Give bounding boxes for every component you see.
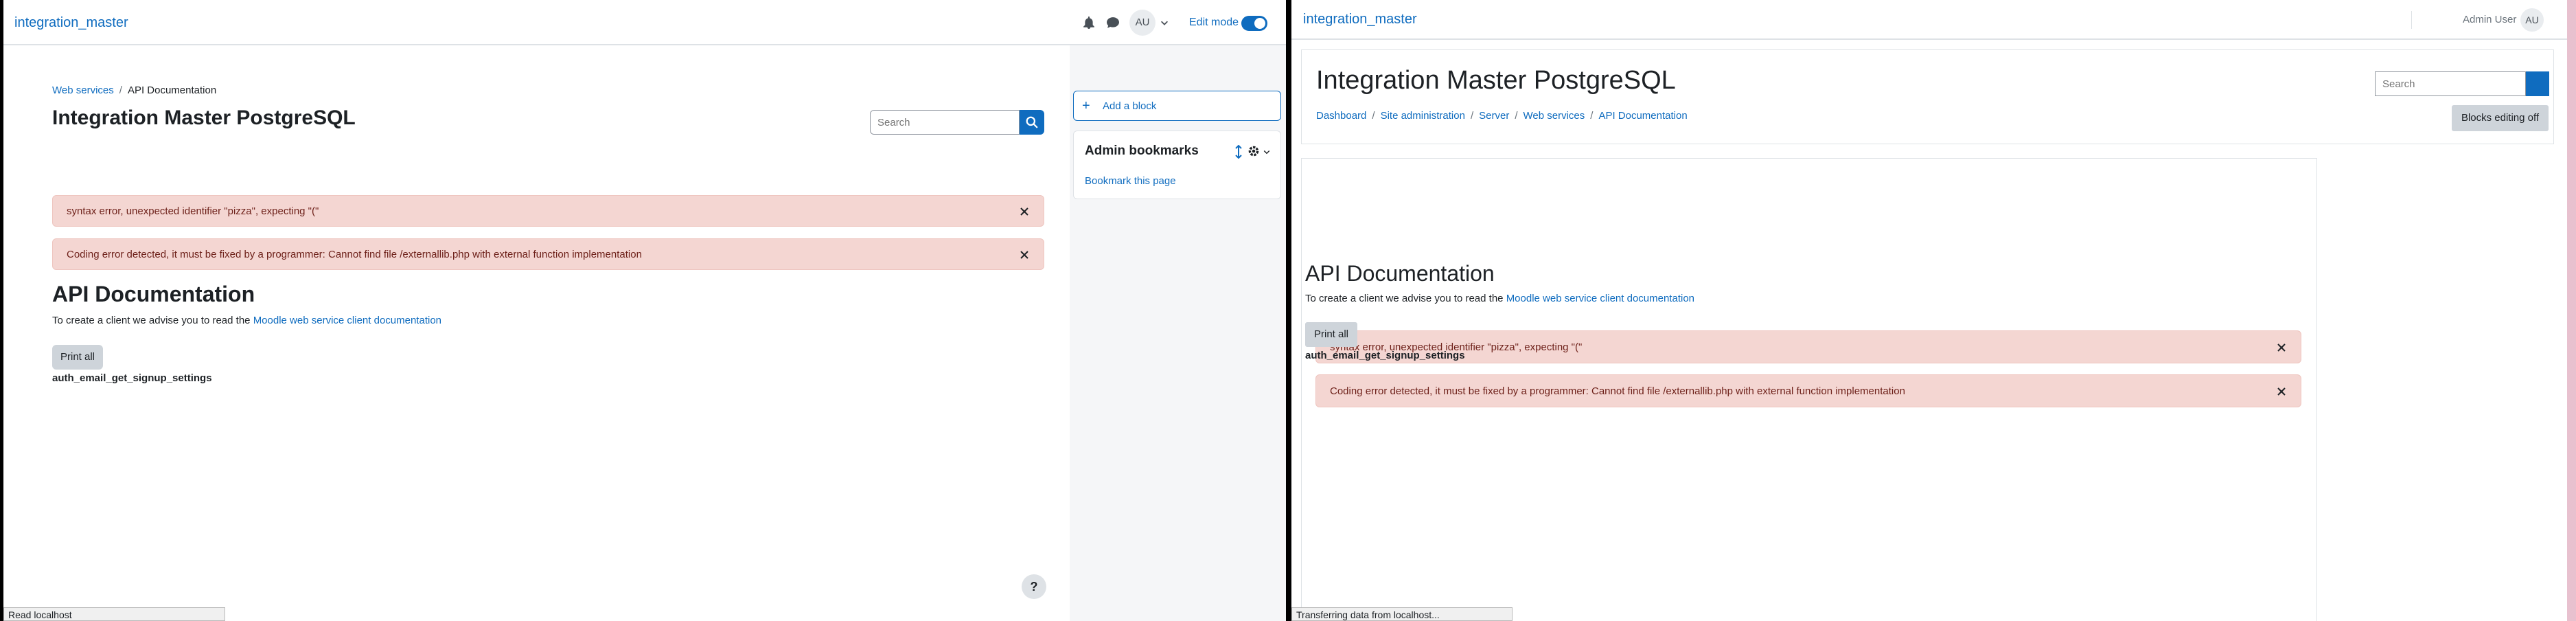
search-icon: [1026, 116, 1038, 128]
edit-mode-toggle[interactable]: [1241, 16, 1267, 31]
site-brand[interactable]: integration_master: [1303, 12, 1417, 27]
right-browser-pane: integration_master Admin User AU Integra…: [1291, 0, 2567, 621]
search-button[interactable]: [2526, 71, 2549, 96]
page-title: Integration Master PostgreSQL: [1316, 66, 1676, 95]
site-brand[interactable]: integration_master: [14, 15, 128, 31]
status-bar: Read localhost: [3, 607, 225, 621]
bell-icon[interactable]: [1083, 16, 1095, 29]
search-button[interactable]: [1020, 110, 1044, 135]
chat-icon[interactable]: [1106, 16, 1120, 29]
left-browser-pane: integration_master AU Edit mode Web serv…: [3, 0, 1286, 621]
bookmark-page-link[interactable]: Bookmark this page: [1085, 175, 1176, 187]
breadcrumb-dashboard[interactable]: Dashboard: [1316, 110, 1366, 122]
search-input[interactable]: [870, 110, 1020, 135]
gear-icon[interactable]: [1247, 145, 1260, 157]
close-icon[interactable]: [1019, 249, 1030, 260]
user-avatar[interactable]: AU: [2520, 8, 2544, 32]
status-bar: Transferring data from localhost...: [1291, 607, 1513, 621]
block-title: Admin bookmarks: [1085, 144, 1199, 158]
print-all-button[interactable]: Print all: [52, 345, 103, 370]
page-header: [1301, 49, 2554, 144]
function-name: auth_email_get_signup_settings: [1305, 350, 1465, 361]
intro-text: To create a client we advise you to read…: [1305, 293, 1504, 304]
alert-text: Coding error detected, it must be fixed …: [67, 249, 642, 260]
section-title: API Documentation: [1305, 261, 1495, 286]
section-title: API Documentation: [52, 282, 255, 306]
search-input[interactable]: [2375, 71, 2526, 96]
chevron-down-icon[interactable]: [1263, 148, 1271, 156]
chevron-down-icon[interactable]: [1160, 18, 1169, 27]
function-name: auth_email_get_signup_settings: [52, 372, 212, 384]
window-edge: [2567, 0, 2576, 621]
intro-paragraph: To create a client we advise you to read…: [52, 315, 441, 326]
alert-text: syntax error, unexpected identifier "piz…: [67, 205, 319, 217]
breadcrumb-current: API Documentation: [127, 84, 217, 96]
intro-paragraph: To create a client we advise you to read…: [1305, 293, 1694, 304]
add-block-button[interactable]: + Add a block: [1073, 91, 1281, 121]
plus-icon: +: [1082, 98, 1090, 113]
client-docs-link[interactable]: Moodle web service client documentation: [1506, 293, 1694, 304]
help-icon[interactable]: ?: [1022, 574, 1046, 599]
error-alert: Coding error detected, it must be fixed …: [52, 238, 1044, 270]
close-icon[interactable]: [1019, 206, 1030, 217]
breadcrumb-server[interactable]: Server: [1479, 110, 1509, 122]
main-content: syntax error, unexpected identifier "piz…: [1301, 158, 2317, 621]
error-alert: Coding error detected, it must be fixed …: [1315, 374, 2301, 407]
top-navbar: integration_master Admin User AU: [1291, 0, 2567, 40]
print-all-button[interactable]: Print all: [1305, 322, 1357, 347]
breadcrumb: Dashboard / Site administration / Server / Web…: [1316, 110, 1688, 122]
error-alert: syntax error, unexpected identifier "piz…: [52, 195, 1044, 227]
intro-text: To create a client we advise you to read…: [52, 315, 251, 326]
blocks-editing-button[interactable]: Blocks editing off: [2452, 105, 2549, 131]
close-icon[interactable]: [2276, 386, 2287, 397]
edit-mode-label: Edit mode: [1189, 16, 1239, 28]
add-block-label: Add a block: [1103, 100, 1157, 112]
user-name[interactable]: Admin User: [2463, 14, 2516, 25]
client-docs-link[interactable]: Moodle web service client documentation: [253, 315, 441, 326]
close-icon[interactable]: [2276, 342, 2287, 353]
breadcrumb-api-docs[interactable]: API Documentation: [1598, 110, 1687, 122]
move-icon[interactable]: [1234, 145, 1243, 159]
breadcrumb-site-admin[interactable]: Site administration: [1381, 110, 1465, 122]
alert-text: Coding error detected, it must be fixed …: [1330, 385, 1905, 397]
page-title: Integration Master PostgreSQL: [52, 106, 356, 129]
user-avatar[interactable]: AU: [1129, 10, 1155, 36]
admin-bookmarks-block: Admin bookmarks Bookmark this page: [1073, 131, 1281, 199]
navbar-divider: [2411, 11, 2412, 29]
top-navbar: integration_master AU Edit mode: [3, 0, 1286, 45]
breadcrumb-web-services[interactable]: Web services: [52, 84, 114, 96]
breadcrumb: Web services / API Documentation: [52, 84, 217, 96]
breadcrumb-web-services[interactable]: Web services: [1523, 110, 1585, 122]
